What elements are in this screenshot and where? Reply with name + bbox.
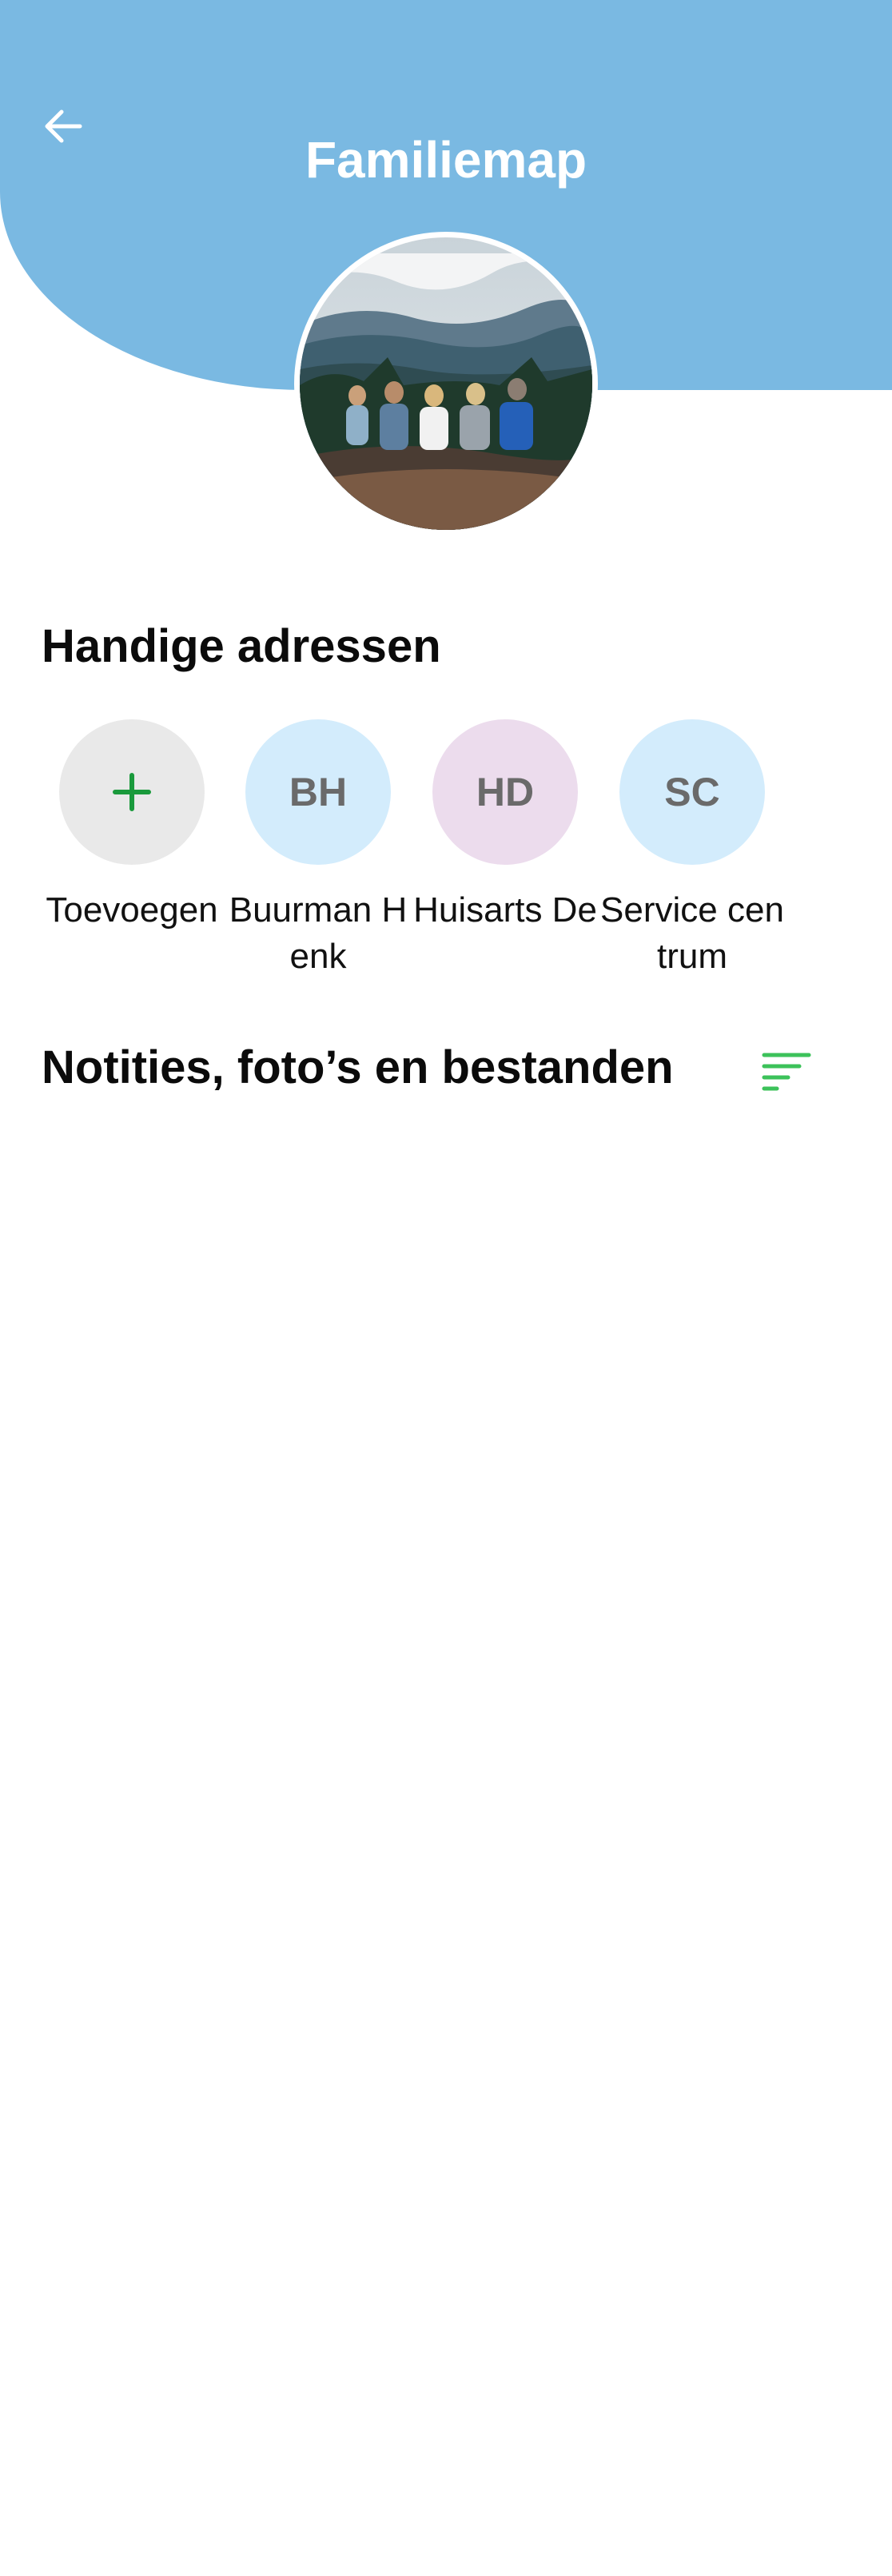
- contact-name: Service centrum: [600, 890, 784, 976]
- notes-section-title: Notities, foto’s en bestanden: [42, 1041, 674, 1093]
- contact-name: Buurman Henk: [229, 890, 408, 976]
- add-contact-label: Toevoegen: [46, 890, 218, 930]
- contact-initials-avatar: HD: [432, 719, 578, 865]
- contact-initials-avatar: SC: [619, 719, 765, 865]
- page-title: Familiemap: [305, 131, 587, 189]
- contact-item-buurman-henk[interactable]: BH Buurman Henk: [225, 719, 412, 980]
- contact-item-huisarts-de[interactable]: HD Huisarts De: [412, 719, 599, 934]
- contact-initials-avatar: BH: [245, 719, 391, 865]
- family-photo: [300, 237, 592, 530]
- add-contact-circle: [59, 719, 205, 865]
- contact-item-service-centrum[interactable]: SC Service centrum: [599, 719, 786, 980]
- contact-name: Huisarts De: [413, 890, 597, 930]
- filter-button[interactable]: [758, 1047, 818, 1095]
- family-avatar[interactable]: [294, 232, 598, 536]
- add-contact-button[interactable]: Toevoegen: [38, 719, 225, 934]
- plus-icon: [113, 773, 151, 811]
- handy-addresses-title: Handige adressen: [42, 620, 441, 672]
- sort-filter-icon: [762, 1053, 811, 1091]
